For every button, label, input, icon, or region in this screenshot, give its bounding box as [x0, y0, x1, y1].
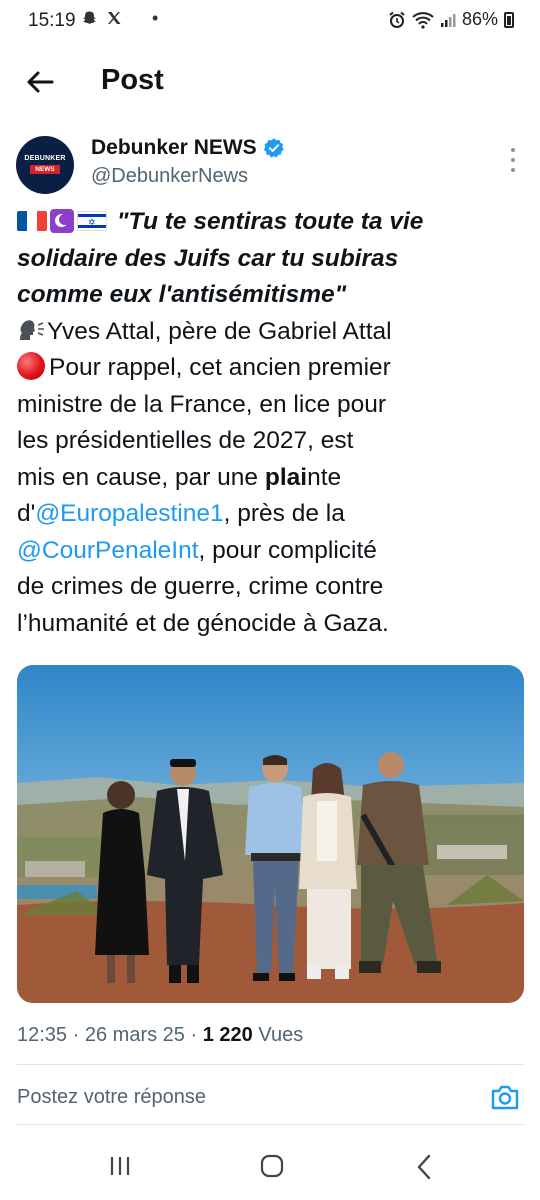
post-text: ✡ "Tu te sentiras toute ta vie solidaire… [17, 204, 527, 642]
post-date: 26 mars 25 [84, 1024, 185, 1046]
avatar-logo-badge: NEWS [30, 165, 60, 174]
meta-separator: · [72, 1024, 80, 1046]
author-name-row[interactable]: Debunker NEWS [91, 136, 285, 160]
more-notifications-dot: • [152, 8, 159, 28]
wifi-icon [412, 11, 434, 29]
status-bar: 15:19 • 86% [0, 0, 540, 42]
system-status: 86% [388, 9, 514, 30]
views-label[interactable]: Vues [258, 1024, 303, 1046]
battery-percent: 86% [461, 9, 498, 29]
quote-text: "Tu te sentiras toute ta vie [116, 208, 424, 235]
verified-badge-icon [263, 138, 284, 158]
home-icon[interactable] [260, 1154, 284, 1178]
israel-flag-icon: ✡ [77, 211, 107, 231]
page-title: Post [101, 64, 164, 96]
recent-apps-icon[interactable] [108, 1155, 132, 1177]
reply-input[interactable] [17, 1086, 437, 1109]
post-line-10b: , pour complicité [198, 536, 377, 564]
group-photo [17, 665, 524, 1003]
divider [17, 1064, 524, 1065]
post-line-7: les présidentielles de 2027, est [17, 427, 354, 454]
views-count[interactable]: 1 220 [203, 1024, 253, 1046]
avatar[interactable]: DEBUNKER NEWS [16, 136, 74, 194]
mention-link-europalestine[interactable]: @Europalestine1 [35, 500, 223, 527]
x-app-icon [108, 12, 121, 24]
post-line-8: mis en cause, par une plainte [17, 460, 527, 497]
snapchat-icon [83, 11, 96, 24]
divider [17, 1124, 524, 1125]
highlighted-text: plai [264, 463, 308, 491]
back-arrow-icon[interactable] [22, 64, 58, 100]
author-name[interactable]: Debunker NEWS [91, 136, 257, 160]
post-line-8a: mis en cause, par une [17, 463, 265, 491]
post-line-9: d'@Europalestine1, près de la [17, 496, 527, 533]
status-time: 15:19 [28, 10, 76, 31]
post-line-quote-3: comme eux l'antisémitisme" [17, 281, 347, 308]
post-line-5-text: Pour rappel, cet ancien premier [49, 354, 391, 381]
alarm-icon [389, 11, 405, 28]
star-and-crescent-icon [50, 209, 74, 233]
post-line-quote-2: solidaire des Juifs car tu subiras [17, 244, 399, 272]
camera-icon[interactable] [490, 1083, 520, 1111]
post-line-8c: nte [307, 463, 342, 491]
post-line-11: de crimes de guerre, crime contre [17, 573, 384, 600]
post-line-speaker: Yves Attal, père de Gabriel Attal [17, 314, 527, 351]
speaker-text: Yves Attal, père de Gabriel Attal [47, 317, 392, 345]
post-metadata: 12:35 · 26 mars 25 · 1 220 Vues [17, 1024, 303, 1047]
top-bar: Post [0, 52, 540, 112]
author-handle[interactable]: @DebunkerNews [91, 165, 248, 188]
battery-icon [504, 11, 514, 28]
post-line-6: ministre de la France, en lice pour [17, 390, 387, 418]
system-navigation-bar [0, 1135, 540, 1200]
avatar-logo-text: DEBUNKER [24, 155, 66, 162]
post-line-5: Pour rappel, cet ancien premier [17, 350, 527, 387]
notification-icons: • [82, 8, 159, 28]
post-image[interactable] [17, 665, 524, 1003]
france-flag-icon [17, 211, 47, 231]
mention-link-courpenaleint[interactable]: @CourPenaleInt [17, 537, 199, 564]
post-line-9a: d' [17, 500, 36, 527]
post-time: 12:35 [17, 1024, 68, 1046]
signal-icon [440, 13, 456, 27]
system-back-icon[interactable] [414, 1153, 434, 1181]
meta-separator: · [190, 1024, 198, 1046]
red-circle-icon [17, 352, 45, 380]
post-line-9b: , près de la [223, 500, 345, 527]
post-line-quote-1: ✡ "Tu te sentiras toute ta vie [17, 204, 527, 241]
more-options-icon[interactable] [508, 148, 518, 172]
post-line-10: @CourPenaleInt, pour complicité [17, 533, 527, 570]
speaking-head-icon [20, 319, 44, 340]
post-line-12: l’humanité et de génocide à Gaza. [17, 609, 389, 637]
